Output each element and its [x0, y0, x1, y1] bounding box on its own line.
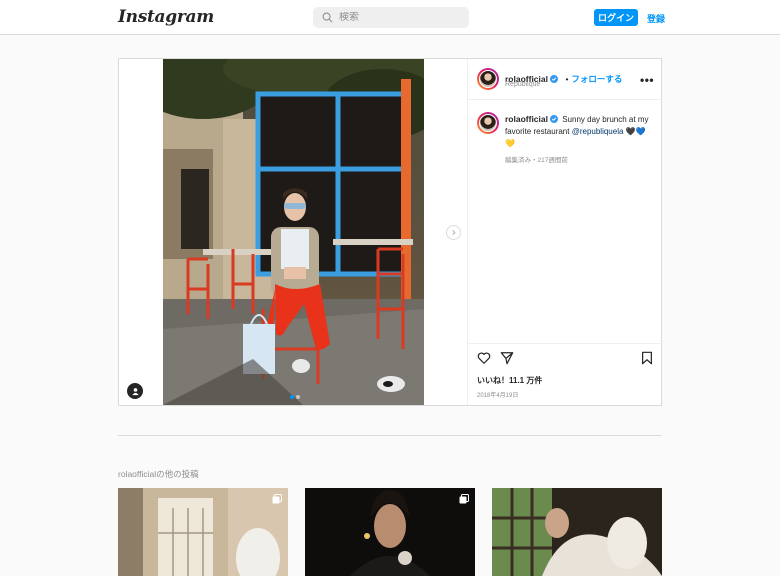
post-header: rolaofficial • フォローする République ••• — [468, 59, 663, 100]
post-date[interactable]: 2018年4月19日 — [477, 390, 518, 399]
search-box[interactable] — [313, 7, 469, 28]
caption-avatar[interactable] — [477, 112, 499, 134]
post-media — [119, 59, 467, 405]
thumbnail-image — [492, 488, 662, 576]
caption-mention[interactable]: @republiquela — [572, 127, 624, 136]
carousel-dot — [296, 395, 300, 399]
chevron-right-icon — [452, 229, 456, 236]
carousel-dot-active — [290, 395, 294, 399]
user-tag-button[interactable] — [127, 383, 143, 399]
thumbnail-image — [118, 488, 288, 576]
section-divider — [118, 435, 662, 436]
post-actions: いいね！11.1 万件 2018年4月19日 — [468, 343, 663, 405]
photo-illustration — [163, 59, 424, 405]
bookmark-icon[interactable] — [640, 351, 654, 365]
follow-button[interactable]: フォローする — [571, 74, 622, 84]
edited-timestamp: 編集済み・217週間前 — [505, 157, 568, 164]
more-post-thumbnail-2[interactable] — [305, 488, 475, 576]
more-posts-title: rolaofficialの他の投稿 — [118, 469, 199, 479]
separator-dot: • — [565, 74, 569, 84]
post-caption: rolaofficial Sunny day brunch at my favo… — [505, 113, 653, 150]
post-sidebar: rolaofficial • フォローする République ••• rola… — [467, 59, 663, 405]
instagram-logo[interactable]: Instagram — [118, 7, 214, 27]
post-photo[interactable] — [163, 59, 424, 405]
multiple-posts-icon — [459, 494, 469, 504]
post-location[interactable]: République — [505, 81, 540, 88]
verified-icon — [549, 115, 558, 123]
share-icon[interactable] — [500, 351, 514, 365]
thumbnail-image — [305, 488, 475, 576]
more-post-thumbnail-1[interactable] — [118, 488, 288, 576]
top-navigation-bar: Instagram ログイン 登録 — [0, 0, 780, 35]
signup-link[interactable]: 登録 — [647, 12, 665, 25]
more-options-icon[interactable]: ••• — [640, 73, 654, 87]
search-input[interactable] — [339, 12, 459, 23]
verified-icon — [549, 75, 558, 83]
login-button[interactable]: ログイン — [594, 9, 638, 26]
multiple-posts-icon — [272, 494, 282, 504]
like-count[interactable]: いいね！11.1 万件 — [477, 375, 542, 386]
search-icon — [322, 12, 333, 23]
heart-icon[interactable] — [477, 351, 491, 365]
avatar[interactable] — [477, 68, 499, 90]
carousel-next-button[interactable] — [446, 225, 461, 240]
more-post-thumbnail-3[interactable] — [492, 488, 662, 576]
caption-username[interactable]: rolaofficial — [505, 114, 548, 124]
post-card: rolaofficial • フォローする République ••• rola… — [118, 58, 663, 406]
user-tag-icon — [131, 387, 139, 395]
